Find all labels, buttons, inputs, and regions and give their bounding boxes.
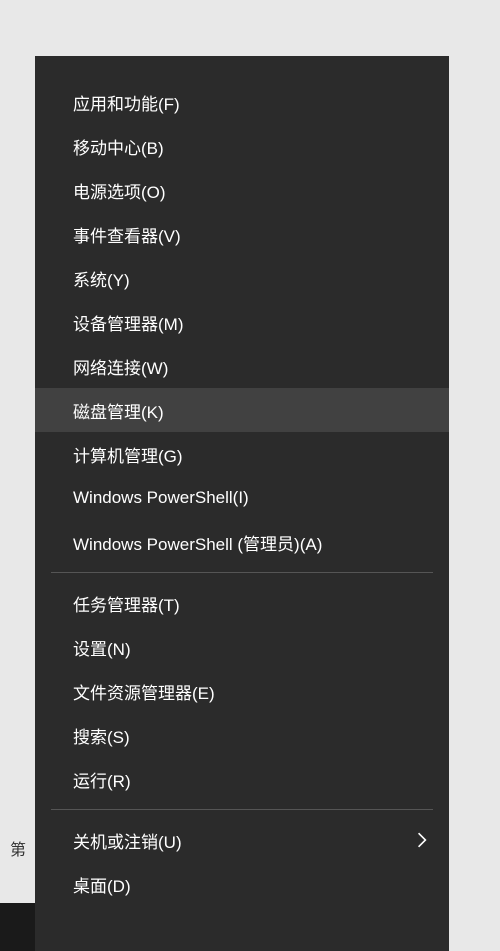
menu-separator (51, 572, 433, 573)
winx-context-menu: 应用和功能(F) 移动中心(B) 电源选项(O) 事件查看器(V) 系统(Y) 设备管理器… (35, 56, 449, 951)
menu-item-label: 系统(Y) (73, 266, 130, 291)
menu-item-label: 关机或注销(U) (73, 828, 182, 853)
menu-item-shutdown-signout[interactable]: 关机或注销(U) (35, 818, 449, 862)
menu-item-label: 磁盘管理(K) (73, 398, 164, 423)
menu-item-network-connections[interactable]: 网络连接(W) (35, 344, 449, 388)
menu-item-label: 移动中心(B) (73, 134, 164, 159)
menu-item-label: 电源选项(O) (73, 178, 166, 203)
menu-item-search[interactable]: 搜索(S) (35, 713, 449, 757)
menu-item-label: 设备管理器(M) (73, 310, 183, 335)
menu-item-label: 网络连接(W) (73, 354, 168, 379)
menu-item-label: 搜索(S) (73, 723, 130, 748)
menu-item-label: 计算机管理(G) (73, 442, 183, 467)
menu-item-label: 任务管理器(T) (73, 591, 180, 616)
menu-item-label: 运行(R) (73, 767, 131, 792)
menu-item-label: 文件资源管理器(E) (73, 679, 215, 704)
menu-item-power-options[interactable]: 电源选项(O) (35, 168, 449, 212)
menu-item-system[interactable]: 系统(Y) (35, 256, 449, 300)
menu-item-file-explorer[interactable]: 文件资源管理器(E) (35, 669, 449, 713)
menu-item-label: 事件查看器(V) (73, 222, 181, 247)
menu-item-computer-management[interactable]: 计算机管理(G) (35, 432, 449, 476)
menu-item-device-manager[interactable]: 设备管理器(M) (35, 300, 449, 344)
menu-item-task-manager[interactable]: 任务管理器(T) (35, 581, 449, 625)
menu-item-label: Windows PowerShell(I) (73, 488, 249, 508)
menu-separator (51, 809, 433, 810)
menu-item-run[interactable]: 运行(R) (35, 757, 449, 801)
menu-item-disk-management[interactable]: 磁盘管理(K) (35, 388, 449, 432)
menu-item-settings[interactable]: 设置(N) (35, 625, 449, 669)
menu-item-label: 桌面(D) (73, 872, 131, 897)
menu-item-apps-features[interactable]: 应用和功能(F) (35, 80, 449, 124)
menu-item-powershell-admin[interactable]: Windows PowerShell (管理员)(A) (35, 520, 449, 564)
background-text-fragment: 第 (10, 836, 26, 860)
menu-item-label: 设置(N) (73, 635, 131, 660)
menu-item-powershell[interactable]: Windows PowerShell(I) (35, 476, 449, 520)
menu-item-label: 应用和功能(F) (73, 90, 180, 115)
taskbar-fragment (0, 903, 35, 951)
menu-item-event-viewer[interactable]: 事件查看器(V) (35, 212, 449, 256)
menu-item-desktop[interactable]: 桌面(D) (35, 862, 449, 906)
menu-item-label: Windows PowerShell (管理员)(A) (73, 530, 322, 555)
menu-item-mobility-center[interactable]: 移动中心(B) (35, 124, 449, 168)
chevron-right-icon (417, 832, 427, 848)
